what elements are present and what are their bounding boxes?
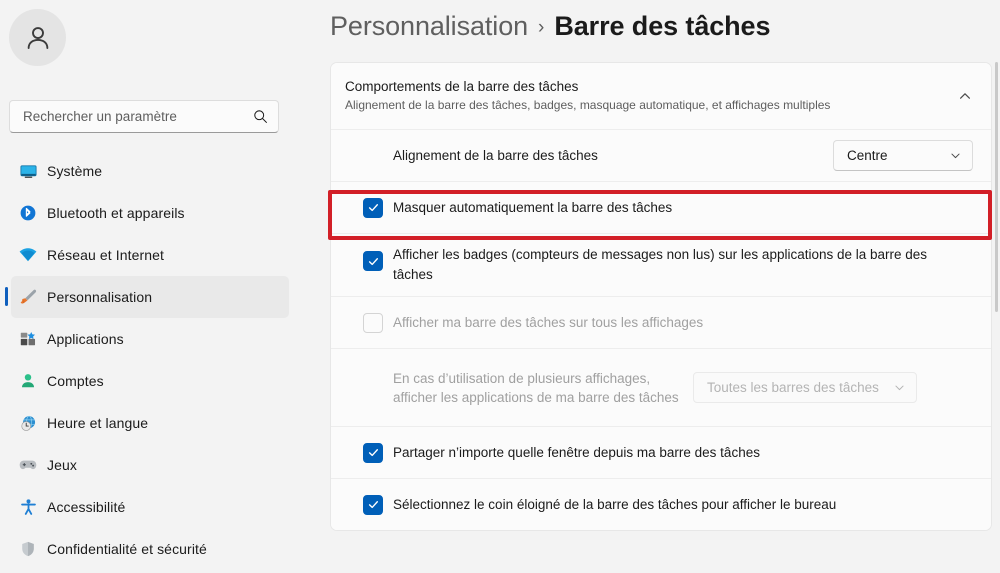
bluetooth-icon: [17, 202, 39, 224]
sidebar-nav: Système Bluetooth et appareils Réseau et…: [0, 150, 300, 570]
autohide-checkbox[interactable]: [363, 197, 383, 218]
chevron-up-icon[interactable]: [957, 88, 973, 104]
person-avatar-icon: [23, 23, 53, 53]
monitor-icon: [17, 160, 39, 182]
sidebar-item-label: Bluetooth et appareils: [47, 205, 185, 221]
taskbar-behaviors-card: Comportements de la barre des tâches Ali…: [330, 62, 992, 531]
section-subtitle: Alignement de la barre des tâches, badge…: [345, 98, 831, 112]
row-taskbar-all-displays: Afficher ma barre des tâches sur tous le…: [331, 296, 991, 348]
sidebar-item-label: Accessibilité: [47, 499, 126, 515]
row-show-badges[interactable]: Afficher les badges (compteurs de messag…: [331, 233, 991, 296]
all-displays-checkbox: [363, 312, 383, 333]
section-header-taskbar-behaviors[interactable]: Comportements de la barre des tâches Ali…: [331, 63, 991, 129]
search-icon: [252, 108, 269, 125]
sidebar-item-label: Jeux: [47, 457, 77, 473]
autohide-label: Masquer automatiquement la barre des tâc…: [393, 199, 673, 215]
search-input[interactable]: [23, 101, 252, 132]
section-title: Comportements de la barre des tâches: [345, 79, 579, 94]
shield-icon: [17, 538, 39, 560]
sidebar-item-bluetooth-et-appareils[interactable]: Bluetooth et appareils: [11, 192, 289, 234]
breadcrumb: Personnalisation › Barre des tâches: [330, 11, 770, 42]
account-icon: [17, 370, 39, 392]
multi-display-apps-label: En cas d’utilisation de plusieurs affich…: [393, 370, 679, 405]
share-window-label: Partager n’importe quelle fenêtre depuis…: [393, 444, 760, 460]
row-share-window[interactable]: Partager n’importe quelle fenêtre depuis…: [331, 426, 991, 478]
apps-icon: [17, 328, 39, 350]
search-box[interactable]: [9, 100, 279, 133]
section-header-text: Comportements de la barre des tâches Ali…: [345, 78, 957, 114]
chevron-down-icon: [949, 149, 962, 162]
show-desktop-label: Sélectionnez le coin éloigné de la barre…: [393, 496, 837, 512]
content-scrollbar[interactable]: [995, 62, 998, 562]
row-autohide-taskbar[interactable]: Masquer automatiquement la barre des tâc…: [331, 181, 991, 233]
sidebar: Système Bluetooth et appareils: [0, 0, 320, 573]
badges-checkbox[interactable]: [363, 251, 383, 271]
share-window-checkbox[interactable]: [363, 442, 383, 463]
main-content: Personnalisation › Barre des tâches Comp…: [320, 0, 1000, 573]
row-taskbar-alignment[interactable]: Alignement de la barre des tâches Centre: [331, 129, 991, 181]
sidebar-item-systeme[interactable]: Système: [11, 150, 289, 192]
sidebar-item-label: Comptes: [47, 373, 104, 389]
scrollbar-thumb[interactable]: [995, 62, 998, 312]
sidebar-item-reseau-et-internet[interactable]: Réseau et Internet: [11, 234, 289, 276]
multi-display-apps-dropdown: Toutes les barres des tâches: [693, 372, 917, 403]
sidebar-item-label: Applications: [47, 331, 124, 347]
sidebar-item-applications[interactable]: Applications: [11, 318, 289, 360]
row-show-desktop[interactable]: Sélectionnez le coin éloigné de la barre…: [331, 478, 991, 530]
sidebar-item-label: Réseau et Internet: [47, 247, 164, 263]
sidebar-item-label: Système: [47, 163, 103, 179]
sidebar-item-confidentialite-et-securite[interactable]: Confidentialité et sécurité: [11, 528, 289, 570]
breadcrumb-parent[interactable]: Personnalisation: [330, 11, 528, 42]
gamepad-icon: [17, 454, 39, 476]
sidebar-item-personnalisation[interactable]: Personnalisation: [5, 276, 289, 318]
row-label-alignment: Alignement de la barre des tâches: [393, 148, 598, 163]
sidebar-item-label: Personnalisation: [47, 289, 153, 305]
alignment-dropdown[interactable]: Centre: [833, 140, 973, 171]
accessibility-icon: [17, 496, 39, 518]
chevron-down-icon: [893, 381, 906, 394]
alignment-dropdown-value: Centre: [847, 148, 888, 163]
sidebar-item-heure-et-langue[interactable]: Heure et langue: [11, 402, 289, 444]
row-multi-display-apps: En cas d’utilisation de plusieurs affich…: [331, 348, 991, 426]
sidebar-item-jeux[interactable]: Jeux: [11, 444, 289, 486]
breadcrumb-separator-icon: ›: [538, 17, 545, 38]
clock-globe-icon: [17, 412, 39, 434]
all-displays-label: Afficher ma barre des tâches sur tous le…: [393, 314, 704, 330]
wifi-icon: [17, 244, 39, 266]
sidebar-item-accessibilite[interactable]: Accessibilité: [11, 486, 289, 528]
settings-window: Système Bluetooth et appareils: [0, 0, 1000, 573]
show-desktop-checkbox[interactable]: [363, 494, 383, 515]
sidebar-item-label: Confidentialité et sécurité: [47, 541, 207, 557]
sidebar-item-comptes[interactable]: Comptes: [11, 360, 289, 402]
page-title: Barre des tâches: [554, 11, 771, 41]
badges-label: Afficher les badges (compteurs de messag…: [393, 247, 928, 282]
multi-display-apps-dropdown-value: Toutes les barres des tâches: [707, 380, 879, 395]
sidebar-item-label: Heure et langue: [47, 415, 149, 431]
paintbrush-icon: [17, 286, 39, 308]
avatar[interactable]: [9, 9, 66, 66]
